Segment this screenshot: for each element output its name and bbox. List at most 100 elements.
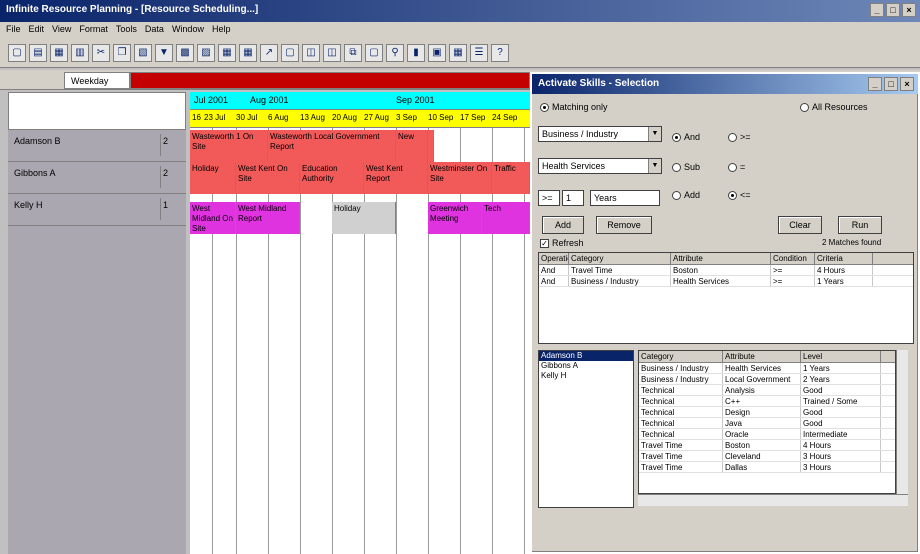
window-icon[interactable]: ▢ — [281, 43, 299, 62]
list-icon[interactable]: ☰ — [470, 43, 488, 62]
skills-horizontal-scrollbar[interactable] — [638, 494, 908, 506]
results-list[interactable]: Adamson B Gibbons A Kelly H — [538, 350, 634, 508]
table-row[interactable]: Technical Java Good — [639, 418, 895, 429]
open-icon[interactable]: ▤ — [29, 43, 47, 62]
maximize-icon[interactable]: □ — [886, 3, 900, 17]
table-row[interactable]: Technical Design Good — [639, 407, 895, 418]
menu-data[interactable]: Data — [145, 24, 164, 36]
tab-weekday[interactable]: Weekday — [64, 72, 130, 89]
tab-highlighted[interactable] — [130, 72, 530, 89]
schedule-grid[interactable]: Jul 2001 Aug 2001 Sep 2001 16 23 Jul 30 … — [190, 92, 530, 554]
minimize-icon[interactable]: _ — [870, 3, 884, 17]
list-item[interactable]: Adamson B — [539, 351, 633, 361]
column-header[interactable]: Category — [569, 253, 671, 264]
remove-button[interactable]: Remove — [596, 216, 652, 234]
layout-icon[interactable]: ▣ — [428, 43, 446, 62]
search-icon[interactable]: ⚲ — [386, 43, 404, 62]
operator-add-radio[interactable]: Add — [672, 190, 700, 200]
booking-block[interactable]: Greenwich Meeting — [428, 202, 482, 234]
booking-block[interactable]: West Kent Report — [364, 162, 428, 194]
help-icon[interactable]: ? — [491, 43, 509, 62]
booking-block[interactable]: West Kent On Site — [236, 162, 300, 194]
quantity-operator-field[interactable]: >= — [538, 190, 560, 206]
add-button[interactable]: Add — [542, 216, 584, 234]
booking-block[interactable]: Westminster On Site — [428, 162, 492, 194]
resource-row[interactable]: Adamson B 2 — [8, 130, 186, 162]
resource-icon[interactable]: ▨ — [197, 43, 215, 62]
column-header[interactable]: Attribute — [671, 253, 771, 264]
column-header[interactable]: Level — [801, 351, 881, 362]
minimize-icon[interactable]: _ — [868, 77, 882, 91]
column-header[interactable]: Criteria — [815, 253, 873, 264]
quantity-field[interactable]: 1 — [562, 190, 584, 206]
resource-row[interactable]: Gibbons A 2 — [8, 162, 186, 194]
booking-block[interactable]: Tech — [482, 202, 530, 234]
operator-and-radio[interactable]: And — [672, 132, 700, 142]
booking-block[interactable]: West Midland On Site — [190, 202, 236, 234]
booking-block[interactable]: Wasteworth Local Government Report — [268, 130, 396, 162]
menu-view[interactable]: View — [52, 24, 71, 36]
run-button[interactable]: Run — [838, 216, 882, 234]
schedule-icon[interactable]: ▩ — [176, 43, 194, 62]
chart-icon[interactable]: ▮ — [407, 43, 425, 62]
menu-help[interactable]: Help — [212, 24, 231, 36]
attribute-select[interactable]: Health Services ▼ — [538, 158, 662, 174]
split-icon[interactable]: ◫ — [302, 43, 320, 62]
table-row[interactable]: Technical Oracle Intermediate — [639, 429, 895, 440]
frame-icon[interactable]: ▢ — [365, 43, 383, 62]
table-icon[interactable]: ▦ — [449, 43, 467, 62]
menu-edit[interactable]: Edit — [29, 24, 45, 36]
resource-row[interactable]: Kelly H 1 — [8, 194, 186, 226]
compare-gte-radio[interactable]: >= — [728, 132, 751, 142]
grid-icon[interactable]: ▦ — [239, 43, 257, 62]
arrow-icon[interactable]: ↗ — [260, 43, 278, 62]
all-resources-radio[interactable]: All Resources — [800, 102, 868, 112]
refresh-checkbox[interactable]: ✓ Refresh — [540, 238, 584, 248]
table-row[interactable]: Business / Industry Local Government 2 Yea… — [639, 374, 895, 385]
booking-block[interactable] — [428, 130, 434, 162]
menu-window[interactable]: Window — [172, 24, 204, 36]
copy-icon[interactable]: ❐ — [113, 43, 131, 62]
print-icon[interactable]: ▥ — [71, 43, 89, 62]
booking-block[interactable]: New — [396, 130, 428, 162]
column-header[interactable]: Category — [639, 351, 723, 362]
booking-block[interactable]: Traffic — [492, 162, 530, 194]
link-icon[interactable]: ⧉ — [344, 43, 362, 62]
new-icon[interactable]: ▢ — [8, 43, 26, 62]
booking-block[interactable]: West Midland Report — [236, 202, 300, 234]
menu-tools[interactable]: Tools — [116, 24, 137, 36]
operator-sub-radio[interactable]: Sub — [672, 162, 700, 172]
close-icon[interactable]: × — [900, 77, 914, 91]
matching-only-radio[interactable]: Matching only — [540, 102, 608, 112]
skills-vertical-scrollbar[interactable] — [896, 350, 908, 494]
list-item[interactable]: Gibbons A — [539, 361, 633, 371]
clear-button[interactable]: Clear — [778, 216, 822, 234]
menu-file[interactable]: File — [6, 24, 21, 36]
cut-icon[interactable]: ✂ — [92, 43, 110, 62]
table-row[interactable]: Travel Time Dallas 3 Hours — [639, 462, 895, 473]
table-row[interactable]: Travel Time Boston 4 Hours — [639, 440, 895, 451]
table-row[interactable]: And Business / Industry Health Services … — [539, 276, 913, 287]
close-icon[interactable]: × — [902, 3, 916, 17]
booking-block[interactable]: Wasteworth 1 On Site — [190, 130, 268, 162]
compare-eq-radio[interactable]: = — [728, 162, 745, 172]
tile-icon[interactable]: ◫ — [323, 43, 341, 62]
booking-block[interactable]: Holiday — [332, 202, 396, 234]
calendar-icon[interactable]: ▦ — [218, 43, 236, 62]
filter-icon[interactable]: ▼ — [155, 43, 173, 62]
column-header[interactable]: Attribute — [723, 351, 801, 362]
table-row[interactable]: Technical Analysis Good — [639, 385, 895, 396]
paste-icon[interactable]: ▧ — [134, 43, 152, 62]
list-item[interactable]: Kelly H — [539, 371, 633, 381]
table-row[interactable]: Travel Time Cleveland 3 Hours — [639, 451, 895, 462]
table-row[interactable]: Technical C++ Trained / Some — [639, 396, 895, 407]
save-icon[interactable]: ▦ — [50, 43, 68, 62]
table-row[interactable]: Business / Industry Health Services 1 Year… — [639, 363, 895, 374]
maximize-icon[interactable]: □ — [884, 77, 898, 91]
compare-lte-radio[interactable]: <= — [728, 190, 751, 200]
booking-block[interactable]: Holiday — [190, 162, 236, 194]
category-select[interactable]: Business / Industry ▼ — [538, 126, 662, 142]
table-row[interactable]: And Travel Time Boston >= 4 Hours — [539, 265, 913, 276]
quantity-unit-field[interactable]: Years — [590, 190, 660, 206]
column-header[interactable]: Condition — [771, 253, 815, 264]
